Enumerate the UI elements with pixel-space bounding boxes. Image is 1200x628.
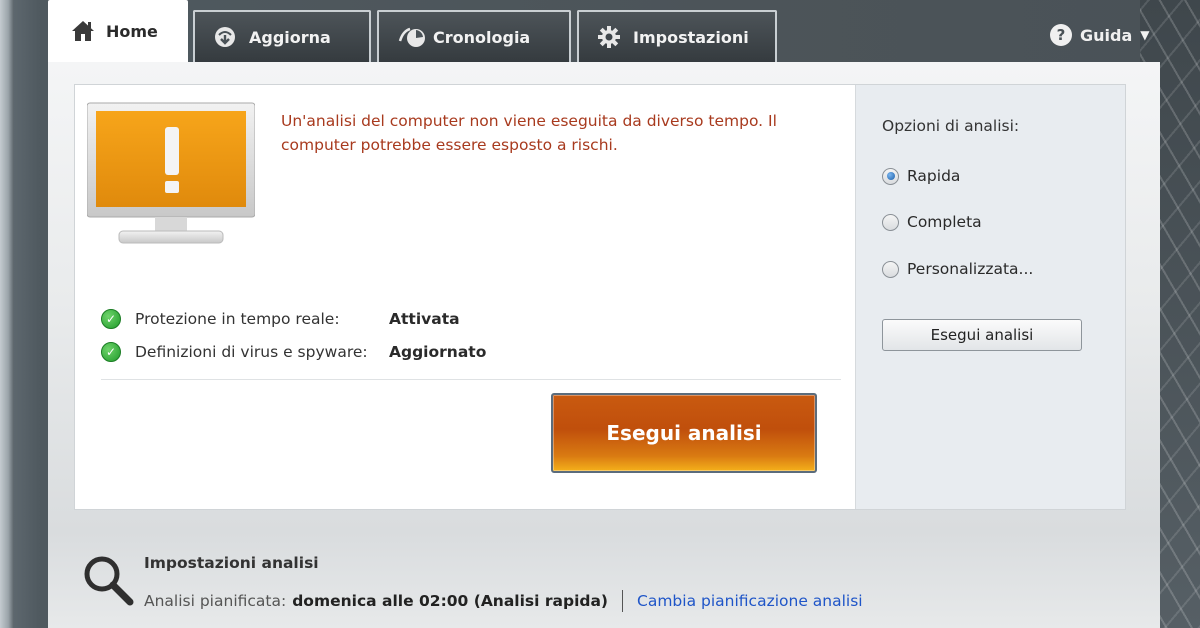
tab-history[interactable]: Cronologia [377,10,571,62]
radio-custom-scan[interactable]: Personalizzata... [882,260,1033,278]
home-icon [70,19,94,43]
main-panel: Un'analisi del computer non viene esegui… [48,62,1160,628]
change-schedule-link[interactable]: Cambia pianificazione analisi [637,592,863,610]
update-icon [213,25,237,49]
alert-message: Un'analisi del computer non viene esegui… [281,112,777,154]
radio-button[interactable] [882,213,899,231]
radio-label: Personalizzata... [907,260,1034,278]
status-definitions: ✓ Definizioni di virus e spyware: Aggior… [101,340,486,364]
tab-settings-label: Impostazioni [633,27,749,47]
scheduled-scan-value: domenica alle 02:00 (Analisi rapida) [292,592,609,610]
status-value: Attivata [389,310,460,328]
status-card: Un'analisi del computer non viene esegui… [74,84,1126,510]
tab-update-label: Aggiorna [249,27,331,47]
separator [622,590,624,612]
magnifier-icon [84,556,134,606]
help-menu[interactable]: ? Guida ▼ [1050,24,1150,46]
tab-home-label: Home [106,21,158,41]
scan-options-title: Opzioni di analisi: [882,117,1020,135]
scheduled-scan-label: Analisi pianificata: [144,592,287,610]
scan-options-panel: Opzioni di analisi: Rapida Completa Pers… [855,85,1125,509]
run-scan-button[interactable]: Esegui analisi [551,393,817,473]
radio-label: Rapida [907,167,961,185]
chevron-down-icon: ▼ [1140,28,1150,42]
radio-full-scan[interactable]: Completa [882,213,982,231]
window-left-edge [0,0,14,628]
gear-icon [597,25,621,49]
tab-update[interactable]: Aggiorna [193,10,371,62]
tab-home[interactable]: Home [48,0,188,62]
radio-button-selected[interactable] [882,167,899,185]
status-label: Definizioni di virus e spyware: [135,343,368,361]
scheduled-scan-row: Analisi pianificata: domenica alle 02:00… [144,590,863,612]
radio-button[interactable] [882,260,899,278]
status-label: Protezione in tempo reale: [135,310,340,328]
status-value: Aggiornato [389,343,487,361]
tab-settings[interactable]: Impostazioni [577,10,777,62]
radio-quick-scan[interactable]: Rapida [882,167,960,185]
tab-history-label: Cronologia [433,27,531,47]
radio-label: Completa [907,213,982,231]
help-icon: ? [1050,24,1072,46]
status-realtime-protection: ✓ Protezione in tempo reale: Attivata [101,307,460,331]
help-label: Guida [1080,25,1133,45]
warning-monitor-icon [87,102,255,244]
history-icon [397,25,425,49]
divider [101,379,841,380]
check-icon: ✓ [101,309,121,329]
check-icon: ✓ [101,342,121,362]
scan-settings-title: Impostazioni analisi [144,554,319,572]
run-selected-scan-button[interactable]: Esegui analisi [882,319,1082,351]
